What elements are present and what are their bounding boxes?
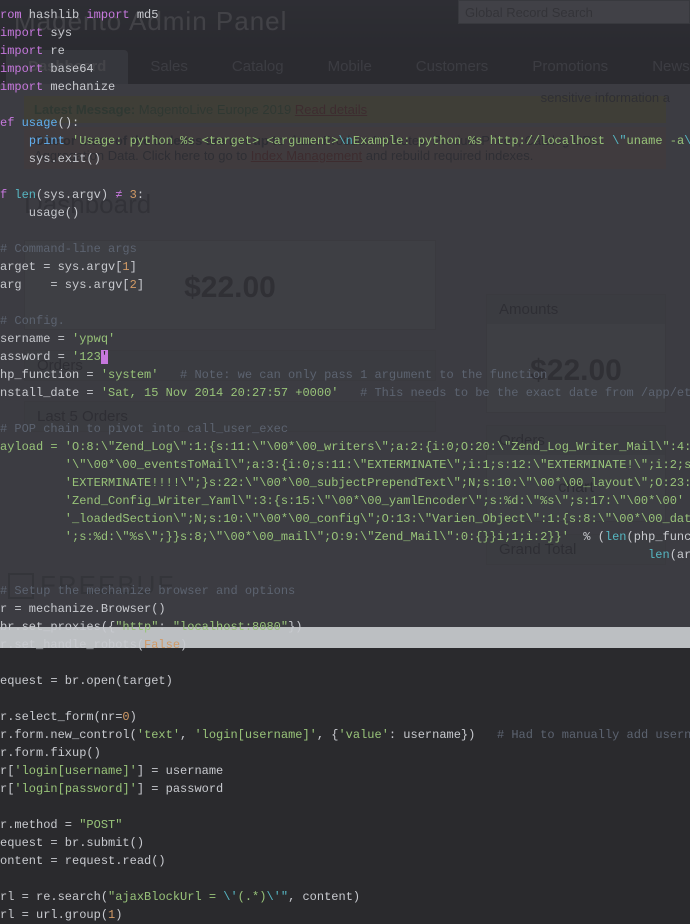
- code-overlay: rom hashlib import md5 import sys import…: [0, 0, 690, 627]
